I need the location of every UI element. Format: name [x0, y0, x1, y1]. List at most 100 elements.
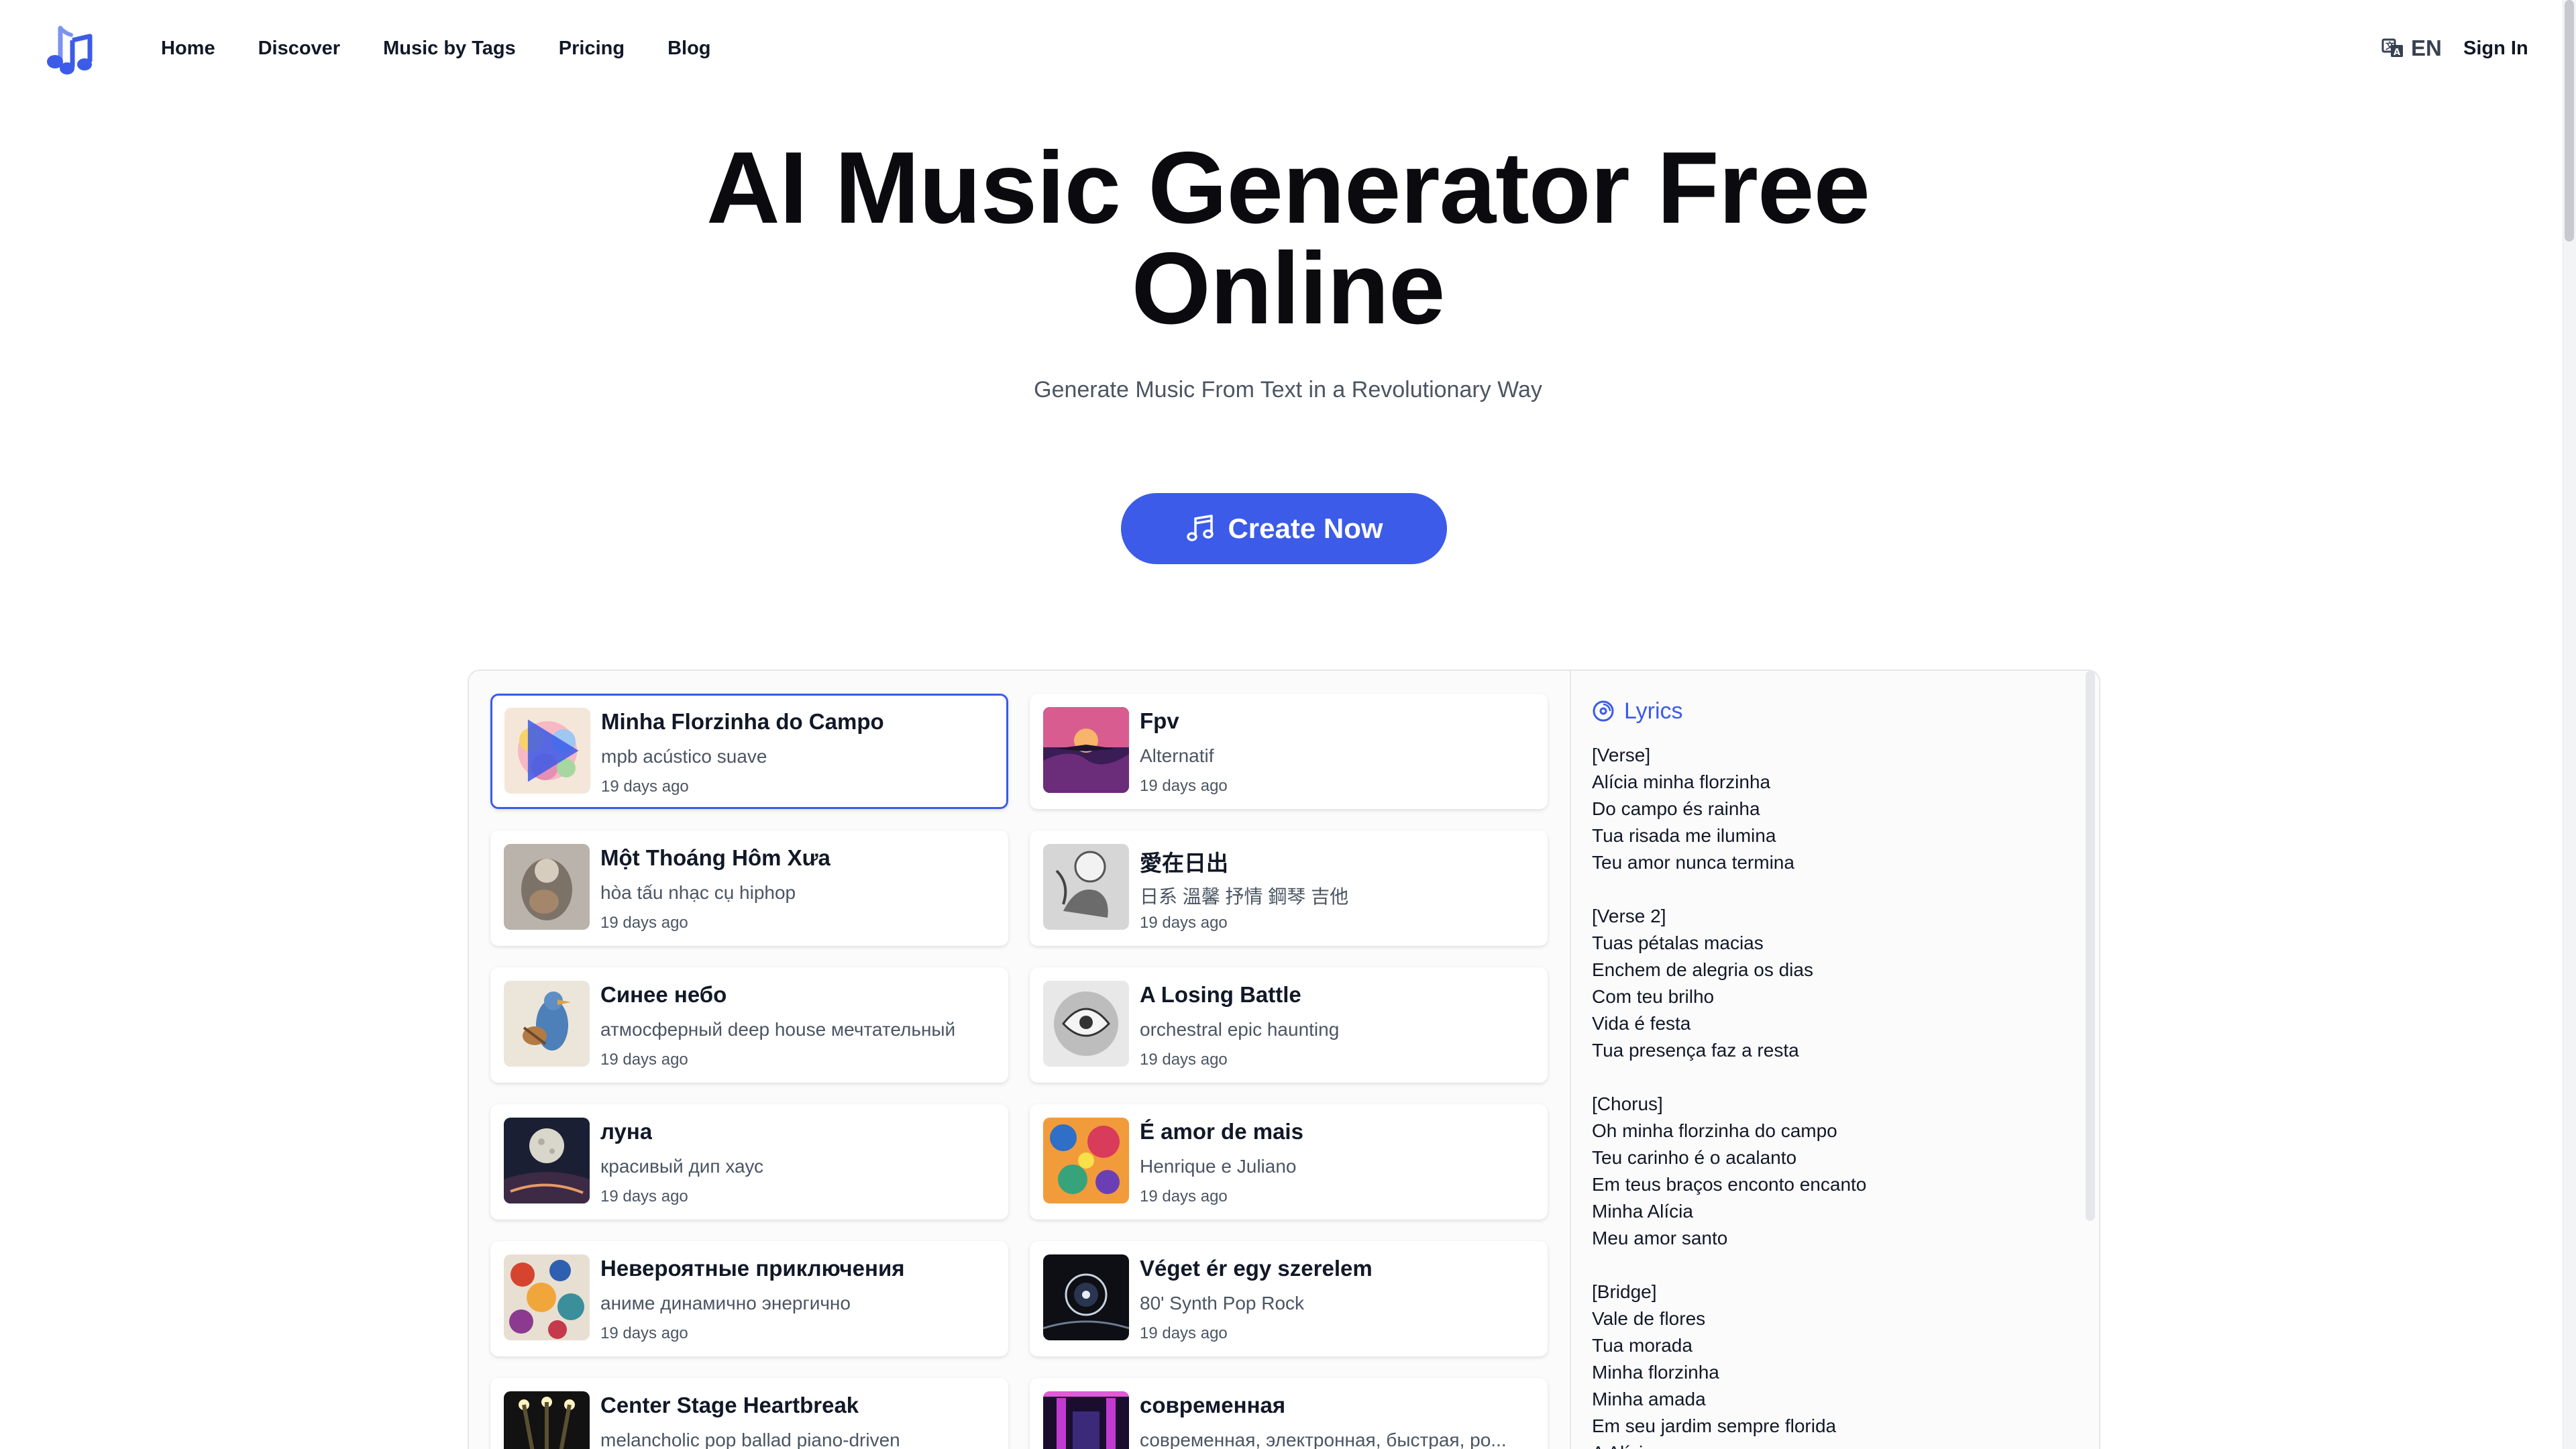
create-now-button[interactable]: Create Now [1121, 493, 1447, 564]
song-cover [504, 844, 590, 930]
song-cover [1043, 1391, 1129, 1449]
song-cover [1043, 844, 1129, 930]
song-tags: красивый дип хаус [600, 1156, 764, 1177]
song-title: Невероятные приключения [600, 1256, 905, 1281]
lyrics-line: Teu carinho é o acalanto [1592, 1147, 1797, 1168]
song-card[interactable]: Một Thoáng Hôm Xưa hòa tấu nhạc cụ hipho… [490, 830, 1008, 946]
play-icon[interactable] [504, 708, 590, 794]
song-date: 19 days ago [600, 1324, 688, 1342]
hero-subtitle: Generate Music From Text in a Revolution… [1034, 377, 1542, 402]
lyrics-line: Teu amor nunca termina [1592, 852, 1794, 873]
song-tags: hòa tấu nhạc cụ hiphop [600, 882, 796, 903]
lyrics-line: Minha florzinha [1592, 1362, 1719, 1383]
music-note-logo-icon[interactable] [40, 20, 97, 76]
song-tags: аниме динамично энергично [600, 1293, 851, 1313]
lyrics-line: Tua morada [1592, 1335, 1693, 1356]
song-title: луна [600, 1119, 653, 1144]
lyrics-line: [Verse 2] [1592, 906, 1666, 926]
song-card[interactable]: Center Stage Heartbreak melancholic pop … [490, 1378, 1008, 1449]
song-date: 19 days ago [601, 777, 689, 796]
lyrics-line: Com teu brilho [1592, 986, 1715, 1007]
song-tags: Alternatif [1140, 745, 1214, 766]
song-cover [1043, 1254, 1129, 1340]
song-card[interactable]: É amor de mais Henrique e Juliano 19 day… [1030, 1104, 1548, 1220]
song-title: É amor de mais [1140, 1119, 1303, 1144]
lyrics-line: [Chorus] [1592, 1093, 1663, 1114]
song-tags: mpb acústico suave [601, 746, 767, 767]
language-switcher[interactable]: 文 A EN [2381, 32, 2442, 64]
song-cover [504, 981, 590, 1067]
lyrics-line: Enchem de alegria os dias [1592, 959, 1813, 980]
lyrics-line: Vale de flores [1592, 1308, 1706, 1329]
lyrics-line: Alícia minha florzinha [1592, 771, 1771, 792]
song-title: Véget ér egy szerelem [1140, 1256, 1373, 1281]
lyrics-line: [Verse] [1592, 745, 1651, 765]
lyrics-line [1592, 1064, 2061, 1091]
nav-home[interactable]: Home [161, 32, 215, 64]
lyrics-line: Do campo és rainha [1592, 798, 1760, 819]
song-date: 19 days ago [1140, 1187, 1228, 1205]
lyrics-line: Minha amada [1592, 1389, 1706, 1409]
song-title: Fpv [1140, 708, 1179, 733]
songs-panel: Minha Florzinha do Campo mpb acústico su… [468, 669, 2100, 1449]
nav-blog[interactable]: Blog [667, 32, 710, 64]
song-cover [1043, 707, 1129, 793]
song-tags: 日系 溫馨 抒情 鋼琴 吉他 [1140, 886, 1349, 907]
song-cover [504, 708, 590, 794]
nav-discover[interactable]: Discover [258, 32, 341, 64]
lyrics-line: Tuas pétalas macias [1592, 932, 1764, 953]
song-card[interactable]: луна красивый дип хаус 19 days ago [490, 1104, 1008, 1220]
song-date: 19 days ago [1140, 914, 1228, 932]
song-title: 愛在日出 [1140, 851, 1228, 875]
song-date: 19 days ago [1140, 777, 1228, 795]
main-nav: Home Discover Music by Tags Pricing Blog [161, 32, 754, 64]
song-date: 19 days ago [600, 1051, 688, 1069]
song-date: 19 days ago [1140, 1051, 1228, 1069]
song-title: Minha Florzinha do Campo [601, 709, 884, 734]
sign-in-link[interactable]: Sign In [2463, 32, 2528, 64]
song-title: Синее небо [600, 982, 727, 1007]
song-tags: 80' Synth Pop Rock [1140, 1293, 1305, 1313]
nav-pricing[interactable]: Pricing [559, 32, 625, 64]
svg-text:A: A [2394, 48, 2400, 58]
lyrics-title: Lyrics [1624, 698, 1683, 724]
song-card[interactable]: современная современная, электронная, бы… [1030, 1378, 1548, 1449]
lyrics-line: Em teus braços enconto encanto [1592, 1174, 1867, 1195]
song-card[interactable]: Невероятные приключения аниме динамично … [490, 1241, 1008, 1356]
disc-icon [1593, 700, 1614, 722]
song-card[interactable]: Minha Florzinha do Campo mpb acústico su… [490, 694, 1008, 809]
lyrics-line [1592, 1252, 2061, 1279]
song-card[interactable]: Fpv Alternatif 19 days ago [1030, 694, 1548, 809]
hero-title-line-1: AI Music Generator Free [706, 131, 1870, 245]
lyrics-line [1592, 876, 2061, 903]
song-date: 19 days ago [1140, 1324, 1228, 1342]
lyrics-line: Tua risada me ilumina [1592, 825, 1776, 846]
song-card[interactable]: Véget ér egy szerelem 80' Synth Pop Rock… [1030, 1241, 1548, 1356]
song-cover [504, 1118, 590, 1203]
song-tags: атмосферный deep house мечтательный [600, 1019, 956, 1040]
lyrics-panel: Lyrics [Verse] Alícia minha florzinha Do c… [1592, 695, 2061, 1449]
song-card[interactable]: 愛在日出 日系 溫馨 抒情 鋼琴 吉他 19 days ago [1030, 830, 1548, 946]
nav-music-by-tags[interactable]: Music by Tags [383, 32, 516, 64]
lyrics-line: Oh minha florzinha do campo [1592, 1120, 1837, 1141]
song-card[interactable]: Синее небо атмосферный deep house мечтат… [490, 967, 1008, 1083]
song-card[interactable]: A Losing Battle orchestral epic haunting… [1030, 967, 1548, 1083]
lyrics-scrollbar[interactable] [2086, 671, 2095, 1221]
lyrics-text: [Verse] Alícia minha florzinha Do campo és… [1592, 742, 2061, 1449]
music-note-icon [1187, 515, 1214, 541]
song-tags: melancholic pop ballad piano-driven [600, 1430, 900, 1449]
lyrics-line: A Alícia [1592, 1440, 2061, 1449]
song-tags: orchestral epic haunting [1140, 1019, 1340, 1040]
song-cover [504, 1391, 590, 1449]
song-tags: современная, электронная, быстрая, ро... [1140, 1430, 1507, 1449]
song-title: современная [1140, 1393, 1286, 1417]
lyrics-line: [Bridge] [1592, 1281, 1657, 1302]
panel-divider [1570, 671, 1571, 1449]
song-cover [1043, 981, 1129, 1067]
song-cover [1043, 1118, 1129, 1203]
hero-title: AI Music Generator Free Online [0, 131, 2576, 345]
hero-title-line-2: Online [1131, 231, 1446, 345]
lyrics-header: Lyrics [1592, 695, 2061, 727]
lyrics-line: Em seu jardim sempre florida [1592, 1415, 1837, 1436]
song-title: Một Thoáng Hôm Xưa [600, 845, 830, 870]
